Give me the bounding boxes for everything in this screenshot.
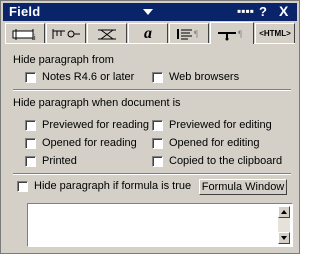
notes-checkbox-label: Notes R4.6 or later: [42, 71, 135, 83]
opened-reading-checkbox[interactable]: Opened for reading: [25, 137, 137, 149]
key-icon: [52, 28, 80, 39]
tab-hide-when[interactable]: ¶: [210, 22, 254, 44]
copied-clipboard-checkbox[interactable]: Copied to the clipboard: [152, 155, 282, 167]
scroll-track[interactable]: [278, 218, 290, 232]
tab-hyphenation[interactable]: [87, 23, 127, 43]
formula-scrollbar[interactable]: [278, 206, 290, 244]
section-divider: [13, 89, 291, 91]
tab-paragraph-alignment[interactable]: ¶: [169, 23, 209, 43]
alignment-icon: ¶: [177, 28, 198, 39]
section-divider: [13, 173, 291, 175]
checkbox-box[interactable]: [25, 71, 36, 83]
tab-field-info[interactable]: i: [5, 23, 45, 43]
title-dropdown-icon[interactable]: [143, 9, 153, 15]
checkbox-box[interactable]: [152, 137, 163, 149]
opened-editing-checkbox[interactable]: Opened for editing: [152, 137, 260, 149]
tab-html[interactable]: <HTML>: [255, 23, 295, 43]
svg-text:i: i: [34, 35, 36, 41]
window-title: Field: [9, 4, 41, 19]
tab-paragraph-keys[interactable]: [46, 23, 86, 43]
scroll-up-icon: [281, 210, 287, 214]
formula-window-button[interactable]: Formula Window: [199, 179, 287, 195]
checkbox-box[interactable]: [152, 71, 163, 83]
html-icon: <HTML>: [259, 29, 291, 38]
copied-clipboard-label: Copied to the clipboard: [169, 155, 283, 167]
checkbox-box[interactable]: [152, 119, 163, 131]
field-properties-window: Field ▪▪▪▪ ? X i a ¶ ¶ <HTML> Hide parag…: [0, 0, 300, 254]
svg-text:¶: ¶: [194, 29, 198, 39]
hide-when-label: Hide paragraph when document is: [13, 97, 181, 109]
hide-when-panel: Hide paragraph from Notes R4.6 or later …: [9, 45, 293, 251]
web-browsers-checkbox[interactable]: Web browsers: [152, 71, 239, 83]
formula-checkbox[interactable]: Hide paragraph if formula is true: [17, 180, 191, 192]
scroll-up-button[interactable]: [278, 206, 290, 218]
pen-icon: [98, 29, 116, 39]
field-box-icon: i: [12, 28, 36, 41]
previewed-reading-label: Previewed for reading: [42, 119, 150, 131]
printed-label: Printed: [42, 155, 77, 167]
opened-reading-label: Opened for reading: [42, 137, 137, 149]
opened-editing-label: Opened for editing: [169, 137, 260, 149]
checkbox-box[interactable]: [25, 155, 36, 167]
help-button[interactable]: ?: [259, 4, 267, 19]
hide-from-label: Hide paragraph from: [13, 54, 114, 66]
hide-paragraph-icon: ¶: [218, 29, 242, 40]
previewed-editing-label: Previewed for editing: [169, 119, 272, 131]
notes-checkbox[interactable]: Notes R4.6 or later: [25, 71, 134, 83]
previewed-reading-checkbox[interactable]: Previewed for reading: [25, 119, 149, 131]
checkbox-box[interactable]: [25, 137, 36, 149]
printed-checkbox[interactable]: Printed: [25, 155, 77, 167]
checkbox-box[interactable]: [25, 119, 36, 131]
svg-text:¶: ¶: [238, 29, 242, 39]
scroll-down-button[interactable]: [278, 232, 290, 244]
web-browsers-checkbox-label: Web browsers: [169, 71, 240, 83]
tab-font[interactable]: a: [128, 23, 168, 43]
font-icon: a: [144, 24, 152, 42]
formula-textarea[interactable]: [27, 203, 293, 247]
formula-checkbox-label: Hide paragraph if formula is true: [34, 180, 192, 192]
checkbox-box[interactable]: [152, 155, 163, 167]
properties-menu-icon[interactable]: ▪▪▪▪: [237, 4, 254, 18]
close-button[interactable]: X: [279, 3, 288, 19]
checkbox-box[interactable]: [17, 180, 28, 192]
scroll-down-icon: [281, 236, 287, 240]
previewed-editing-checkbox[interactable]: Previewed for editing: [152, 119, 272, 131]
title-bar[interactable]: Field ▪▪▪▪ ? X: [3, 3, 297, 21]
